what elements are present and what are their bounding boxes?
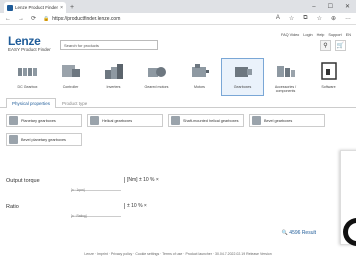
tab-product-type[interactable]: Product type: [56, 98, 93, 107]
category-inverters[interactable]: Inverters: [92, 58, 135, 96]
faq-link[interactable]: FAQ Video: [281, 33, 299, 37]
search-input[interactable]: Search for products: [60, 40, 158, 50]
controller-icon: [59, 61, 83, 81]
chip-bevel-gearboxes[interactable]: Bevel gearboxes: [249, 114, 325, 127]
extensions-icon[interactable]: ⊕: [331, 15, 336, 22]
minimize-button[interactable]: –: [312, 2, 315, 13]
inverter-icon: [102, 61, 126, 81]
split-screen-icon[interactable]: ⧉: [303, 15, 307, 22]
maximize-button[interactable]: ☐: [328, 2, 333, 13]
bevel-gearbox-icon: [252, 116, 261, 125]
favorite-icon[interactable]: ☆: [289, 15, 294, 22]
lenze-logo[interactable]: Lenze: [8, 34, 41, 48]
favicon-icon: [7, 4, 13, 11]
browser-window: Lenze Product Finder × + – ☐ ✕ ← → ⟳ 🔒 h…: [0, 0, 356, 262]
category-label: Software: [321, 85, 336, 89]
category-motors[interactable]: Motors: [178, 58, 221, 96]
planetary-gearbox-icon: [9, 116, 18, 125]
category-geared-motors[interactable]: Geared motors: [135, 58, 178, 96]
category-label: Inverters: [106, 85, 121, 89]
chip-shaft-mounted-helical[interactable]: Shaft-mounted helical gearboxes: [168, 114, 244, 127]
geared-motor-icon: [145, 61, 169, 81]
search-icon[interactable]: ⚲: [320, 40, 331, 51]
site-subtitle: EASY Product Finder: [8, 47, 51, 52]
browser-tab[interactable]: Lenze Product Finder ×: [4, 2, 66, 13]
url-field[interactable]: 🔒 https://productfinder.lenze.com: [43, 16, 120, 22]
helical-gearbox-icon: [90, 116, 99, 125]
category-controller[interactable]: Controller: [49, 58, 92, 96]
tab-title: Lenze Product Finder: [15, 5, 59, 10]
new-tab-button[interactable]: +: [70, 2, 74, 13]
gearbox-icon: [231, 61, 255, 81]
window-controls: – ☐ ✕: [312, 2, 356, 13]
footer-links: Lenze · Imprint · Privacy policy · Cooki…: [84, 252, 272, 256]
category-dc-gearbox[interactable]: DC Gearbox: [6, 58, 49, 96]
dc-gearbox-icon: [16, 61, 40, 81]
help-link[interactable]: Help: [317, 33, 325, 37]
category-software[interactable]: Software: [307, 58, 350, 96]
read-aloud-icon[interactable]: A: [276, 15, 280, 22]
chip-helical-gearboxes[interactable]: Helical gearboxes: [87, 114, 163, 127]
cart-icon[interactable]: 🛒: [335, 40, 346, 51]
url-text: https://productfinder.lenze.com: [52, 15, 121, 22]
favorites-icon[interactable]: ☆: [317, 15, 322, 22]
chip-planetary-gearboxes[interactable]: Planetary gearboxes: [6, 114, 82, 127]
chip-label: Bevel gearboxes: [264, 118, 293, 123]
filter-label: Output torque: [6, 178, 40, 184]
ratio-tolerance[interactable]: ± 10 % ×: [124, 203, 147, 209]
filter-caption: [n · 1rpm]: [71, 188, 85, 192]
chip-label: Shaft-mounted helical gearboxes: [183, 118, 239, 123]
menu-icon[interactable]: …: [345, 15, 351, 22]
login-link[interactable]: Login: [303, 33, 312, 37]
close-button[interactable]: ✕: [345, 2, 350, 13]
back-icon[interactable]: ←: [5, 16, 11, 22]
header-actions: ⚲ 🛒: [320, 40, 346, 51]
tab-physical-properties[interactable]: Physical properties: [6, 98, 57, 108]
filter-tabs: Physical properties Product type: [0, 98, 356, 108]
close-tab-icon[interactable]: ×: [60, 5, 63, 11]
accessories-icon: [274, 61, 298, 81]
shaft-mounted-gearbox-icon: [171, 116, 180, 125]
lock-icon: 🔒: [43, 15, 50, 22]
motor-icon: [188, 61, 212, 81]
top-links: FAQ Video Login Help Support EN: [281, 33, 351, 37]
forward-icon[interactable]: →: [18, 16, 24, 22]
gearbox-type-list: Planetary gearboxes Helical gearboxes Sh…: [0, 108, 356, 146]
browser-toolbar: A ☆ ⧉ ☆ ⊕ …: [276, 15, 351, 22]
category-label: DC Gearbox: [17, 85, 38, 89]
category-bar: DC Gearbox Controller Inverters Geared m…: [0, 58, 356, 96]
title-bar: Lenze Product Finder × + – ☐ ✕: [0, 0, 356, 13]
site-header: Lenze EASY Product Finder Search for pro…: [0, 25, 356, 58]
filter-caption: [n · Rating]: [71, 214, 87, 218]
category-label: Motors: [194, 85, 205, 89]
category-label: Geared motors: [144, 85, 169, 89]
category-label: Accessories / components: [274, 85, 297, 93]
chip-label: Bevel planetary gearboxes: [21, 137, 66, 142]
filter-label: Ratio: [6, 204, 19, 210]
category-label: Gearboxes: [233, 85, 252, 89]
category-accessories[interactable]: Accessories / components: [264, 58, 307, 96]
address-bar: ← → ⟳ 🔒 https://productfinder.lenze.com …: [0, 13, 356, 25]
bevel-planetary-gearbox-icon: [9, 135, 18, 144]
reload-icon[interactable]: ⟳: [31, 15, 36, 22]
chip-bevel-planetary-gearboxes[interactable]: Bevel planetary gearboxes: [6, 133, 82, 146]
chip-label: Helical gearboxes: [102, 118, 133, 123]
category-gearboxes[interactable]: Gearboxes: [221, 58, 264, 96]
support-link[interactable]: Support: [328, 33, 341, 37]
results-button[interactable]: 🔍 4596 Result: [282, 230, 316, 236]
output-torque-tolerance[interactable]: [Nm] ± 10 % ×: [124, 177, 159, 183]
language-link[interactable]: EN: [346, 33, 351, 37]
software-icon: [317, 61, 341, 81]
category-label: Controller: [62, 85, 79, 89]
chip-label: Planetary gearboxes: [21, 118, 56, 123]
